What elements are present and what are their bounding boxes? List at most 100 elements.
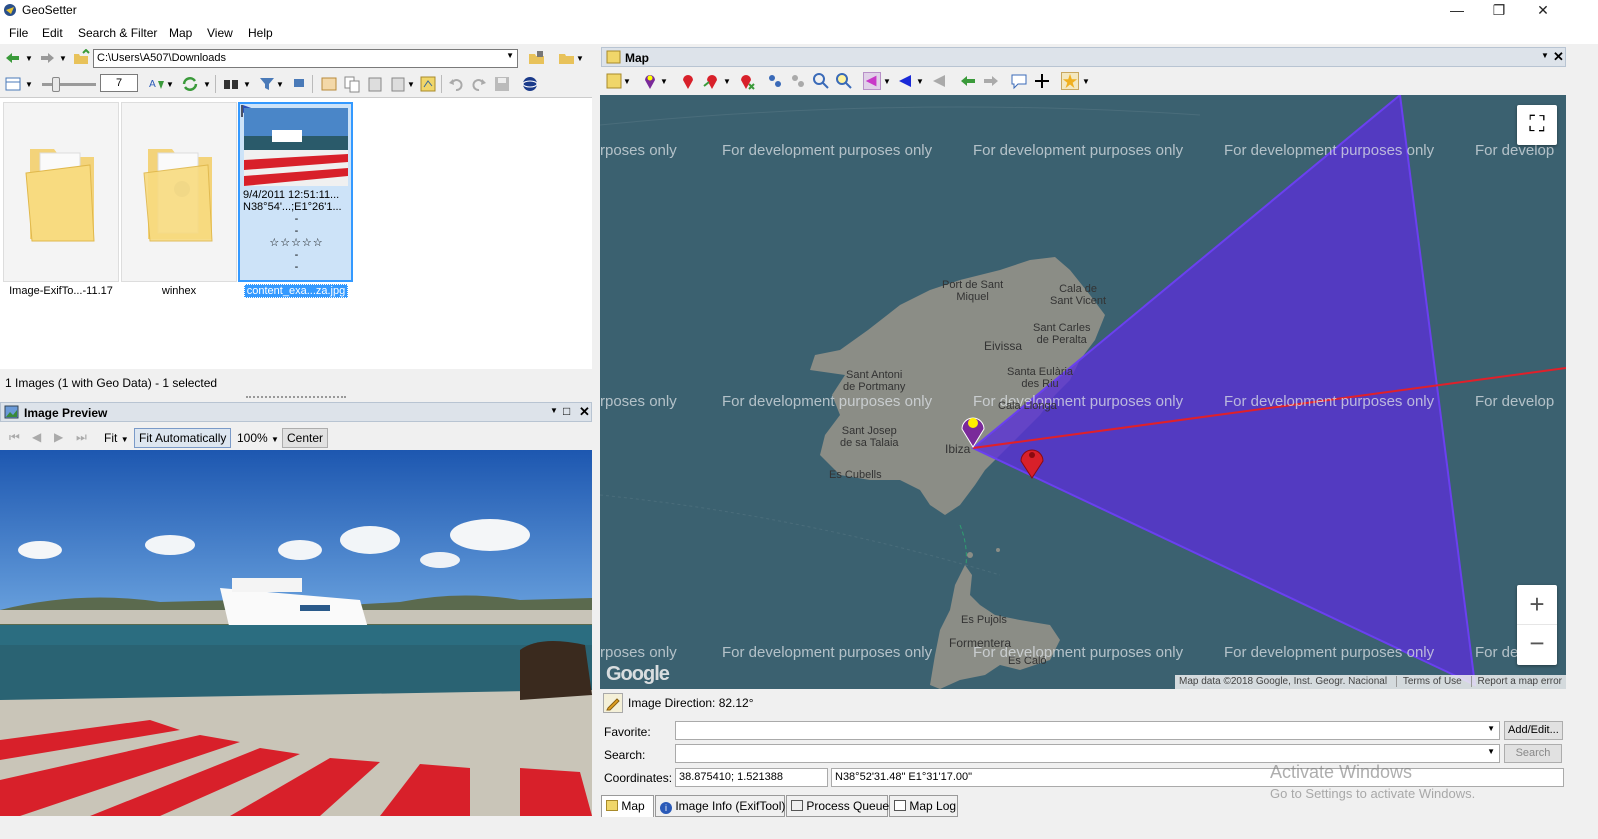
previous-icon[interactable]: ◀ bbox=[32, 430, 41, 444]
direction-dropdown-icon[interactable]: ▼ bbox=[883, 77, 891, 86]
search-dropdown-icon[interactable]: ▼ bbox=[1487, 747, 1495, 756]
position-from-marker-icon[interactable] bbox=[703, 72, 721, 90]
favorite-dropdown-icon[interactable]: ▼ bbox=[576, 54, 584, 63]
slider-knob[interactable] bbox=[52, 77, 60, 92]
refresh-dropdown-icon[interactable]: ▼ bbox=[203, 80, 211, 89]
coordinates-dms-field[interactable]: N38°52'31.48" E1°31'17.00" bbox=[831, 768, 1564, 787]
search-button[interactable]: Search bbox=[1504, 744, 1562, 763]
fullscreen-button[interactable]: ⛶ bbox=[1517, 105, 1557, 145]
thumbnail-size-slider[interactable] bbox=[42, 77, 96, 92]
last-icon[interactable]: ⏭ bbox=[76, 430, 87, 445]
add-edit-button[interactable]: Add/Edit... bbox=[1504, 721, 1563, 740]
thumbnail-image-selected[interactable]: 9/4/2011 12:51:11... N38°54'...;E1°26'1.… bbox=[238, 102, 353, 282]
map-view[interactable]: rposes only For development purposes onl… bbox=[600, 95, 1566, 689]
favorite-dropdown-icon[interactable]: ▼ bbox=[1082, 77, 1090, 86]
splitter[interactable] bbox=[0, 395, 592, 400]
marker-dropdown-icon[interactable]: ▼ bbox=[660, 77, 668, 86]
paste-icon[interactable] bbox=[366, 75, 384, 93]
folder-up-icon[interactable] bbox=[72, 49, 90, 67]
next-icon[interactable]: ▶ bbox=[54, 430, 63, 444]
menu-file[interactable]: File bbox=[9, 26, 28, 40]
view-mode-icon[interactable] bbox=[4, 75, 22, 93]
restore-button[interactable]: ❐ bbox=[1476, 0, 1522, 22]
fit-dropdown[interactable]: Fit ▼ bbox=[104, 431, 129, 445]
coordinates-decimal-field[interactable]: 38.875410; 1.521388 bbox=[675, 768, 828, 787]
find-dropdown-icon[interactable]: ▼ bbox=[243, 80, 251, 89]
thumbnail-folder-exiftool[interactable] bbox=[3, 102, 119, 282]
sort-dropdown-icon[interactable]: ▼ bbox=[166, 80, 174, 89]
menu-map[interactable]: Map bbox=[169, 26, 192, 40]
first-icon[interactable]: ⏮ bbox=[9, 430, 20, 445]
zoom-out-button[interactable]: − bbox=[1517, 625, 1557, 665]
next-position-icon[interactable] bbox=[982, 72, 1000, 90]
direction-gray-icon[interactable] bbox=[931, 72, 949, 90]
back-arrow-icon[interactable] bbox=[4, 49, 22, 67]
zoom-dropdown[interactable]: 100% ▼ bbox=[237, 431, 279, 445]
thumbnail-folder-winhex[interactable] bbox=[121, 102, 237, 282]
center-button[interactable]: Center bbox=[282, 428, 329, 448]
tab-image-info[interactable]: i Image Info (ExifTool) bbox=[655, 795, 785, 817]
position-dropdown-icon[interactable]: ▼ bbox=[723, 77, 731, 86]
refresh-icon[interactable] bbox=[181, 75, 199, 93]
hide-markers-icon[interactable] bbox=[789, 72, 807, 90]
filter-icon[interactable] bbox=[258, 75, 276, 93]
sort-icon[interactable]: A bbox=[148, 75, 166, 93]
report-map-error-link[interactable]: Report a map error bbox=[1470, 676, 1562, 687]
globe-icon[interactable] bbox=[521, 75, 539, 93]
menu-help[interactable]: Help bbox=[248, 26, 273, 40]
folder-favorite-icon[interactable] bbox=[558, 49, 576, 67]
favorite-star-icon[interactable] bbox=[1061, 72, 1079, 90]
copy-icon[interactable] bbox=[343, 75, 361, 93]
forward-dropdown-icon[interactable]: ▼ bbox=[59, 54, 67, 63]
map-icon[interactable] bbox=[419, 75, 437, 93]
map-type-dropdown-icon[interactable]: ▼ bbox=[623, 77, 631, 86]
favorite-select[interactable]: ▼ bbox=[675, 721, 1500, 740]
redo-icon[interactable] bbox=[470, 75, 488, 93]
zoom-to-marker-icon[interactable] bbox=[812, 72, 830, 90]
marker-yellow-icon[interactable] bbox=[641, 72, 659, 90]
fit-automatically-button[interactable]: Fit Automatically bbox=[134, 428, 232, 448]
panel-close-icon[interactable]: ✕ bbox=[1553, 49, 1564, 65]
search-input[interactable]: ▼ bbox=[675, 744, 1500, 763]
favorite-dropdown-icon[interactable]: ▼ bbox=[1487, 724, 1495, 733]
direction-blue-dropdown-icon[interactable]: ▼ bbox=[916, 77, 924, 86]
crosshair-icon[interactable] bbox=[1033, 72, 1051, 90]
close-button[interactable]: ✕ bbox=[1520, 0, 1566, 22]
tab-process-queue[interactable]: Process Queue bbox=[786, 795, 889, 817]
show-all-markers-icon[interactable] bbox=[766, 72, 784, 90]
panel-maximize-icon[interactable]: □ bbox=[563, 404, 570, 418]
previous-position-icon[interactable] bbox=[959, 72, 977, 90]
forward-arrow-icon[interactable] bbox=[38, 49, 56, 67]
edit-data-icon[interactable] bbox=[320, 75, 338, 93]
rating-stars[interactable]: ☆☆☆☆☆ bbox=[243, 237, 350, 249]
tab-map-log[interactable]: Map Log bbox=[889, 795, 958, 817]
folder-lock-icon[interactable] bbox=[528, 49, 546, 67]
path-input[interactable]: C:\Users\A507\Downloads ▼ bbox=[93, 49, 518, 68]
path-dropdown-icon[interactable]: ▼ bbox=[506, 51, 514, 60]
set-position-icon[interactable] bbox=[679, 72, 697, 90]
comment-icon[interactable] bbox=[1010, 72, 1028, 90]
paste-dropdown-icon[interactable]: ▼ bbox=[407, 80, 415, 89]
save-icon[interactable] bbox=[493, 75, 511, 93]
panel-close-icon[interactable]: ✕ bbox=[579, 404, 590, 420]
direction-left-blue-icon[interactable] bbox=[897, 72, 915, 90]
pencil-icon[interactable] bbox=[603, 693, 623, 713]
terms-of-use-link[interactable]: Terms of Use bbox=[1395, 676, 1462, 687]
zoom-in-button[interactable]: + bbox=[1517, 585, 1557, 625]
thumbnail-size-spinner[interactable]: 7 bbox=[100, 74, 138, 92]
minimize-button[interactable]: — bbox=[1434, 0, 1480, 22]
menu-edit[interactable]: Edit bbox=[42, 26, 63, 40]
select-icon[interactable] bbox=[290, 75, 308, 93]
paste-special-icon[interactable] bbox=[389, 75, 407, 93]
binoculars-icon[interactable] bbox=[222, 75, 240, 93]
panel-menu-icon[interactable]: ▼ bbox=[1541, 51, 1549, 60]
view-mode-dropdown-icon[interactable]: ▼ bbox=[25, 80, 33, 89]
undo-icon[interactable] bbox=[447, 75, 465, 93]
map-type-icon[interactable] bbox=[605, 72, 623, 90]
menu-search-filter[interactable]: Search & Filter bbox=[78, 26, 157, 40]
menu-view[interactable]: View bbox=[207, 26, 233, 40]
back-dropdown-icon[interactable]: ▼ bbox=[25, 54, 33, 63]
filter-dropdown-icon[interactable]: ▼ bbox=[276, 80, 284, 89]
vertical-splitter[interactable] bbox=[593, 45, 599, 815]
remove-position-icon[interactable] bbox=[737, 72, 755, 90]
